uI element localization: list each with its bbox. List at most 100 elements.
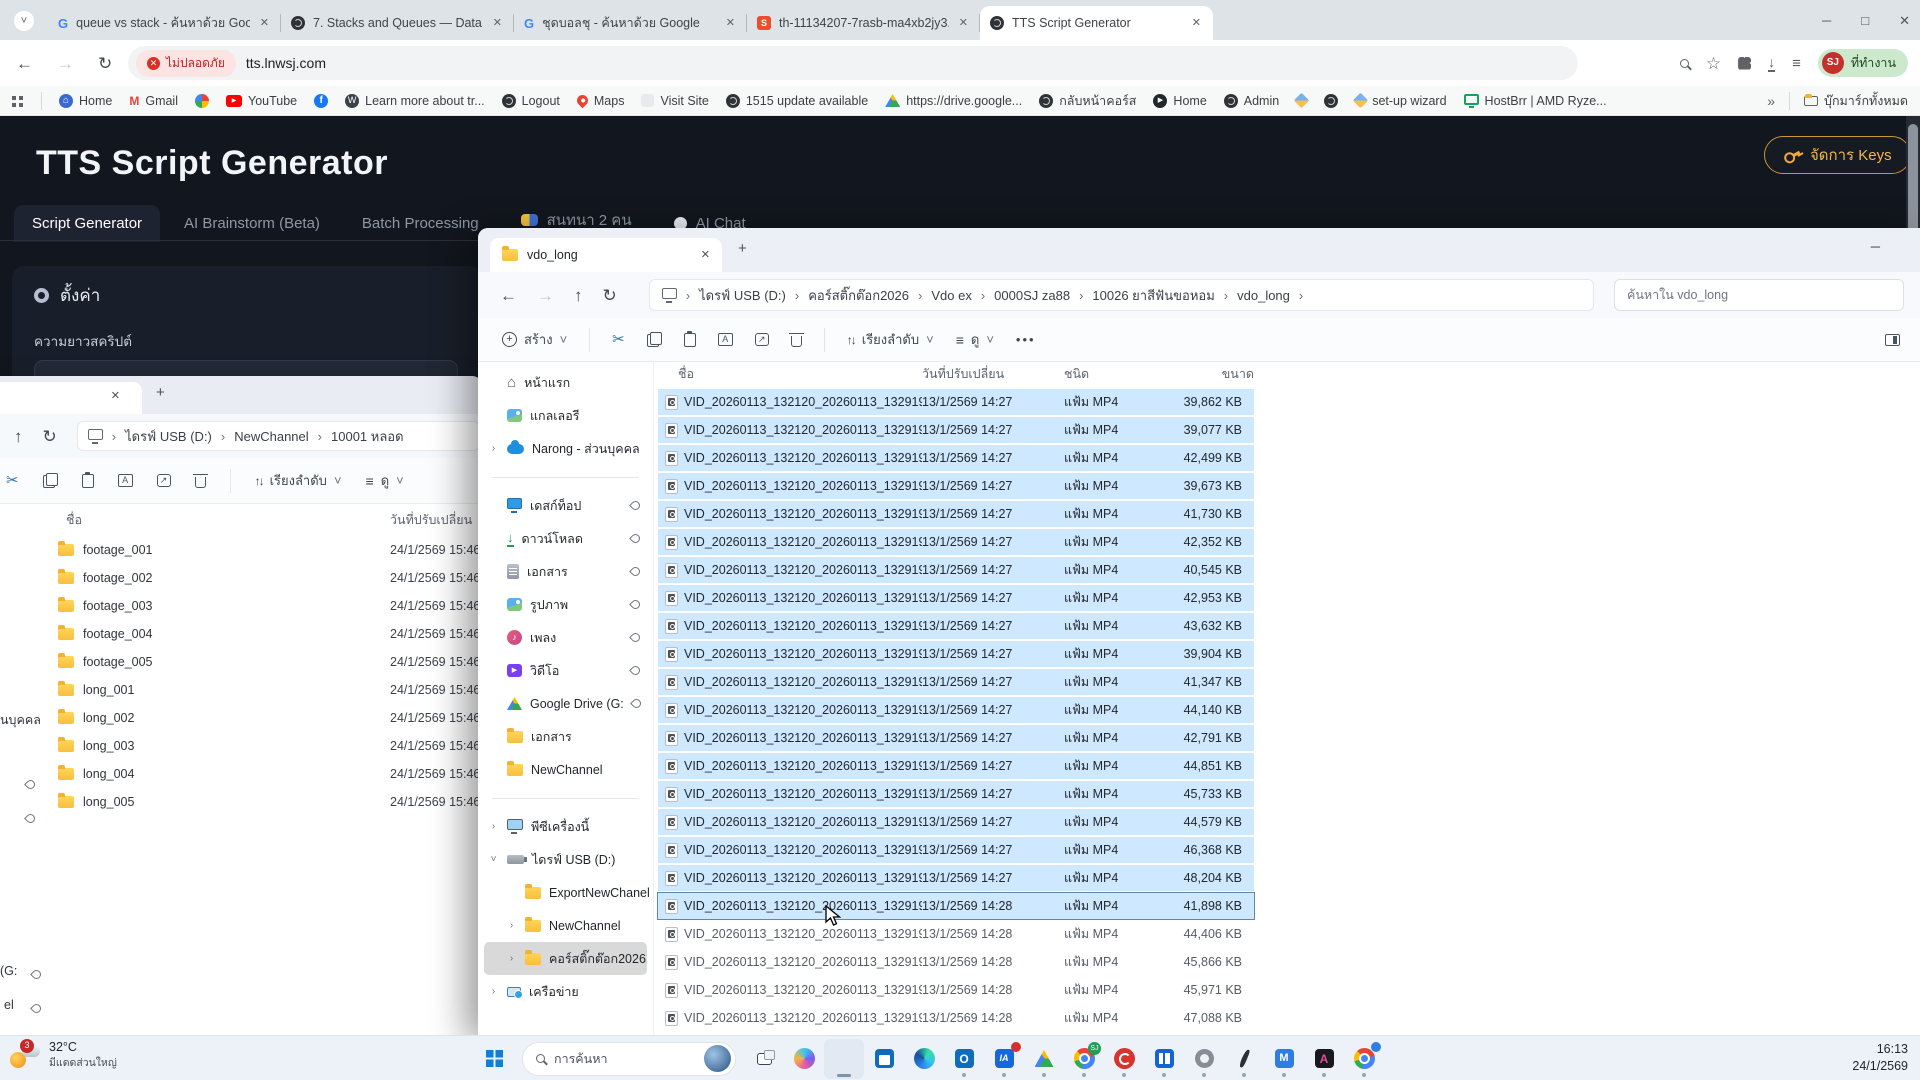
- close-tab-icon[interactable]: ✕: [957, 16, 970, 31]
- table-row[interactable]: VID_20260113_132120_20260113_132919_9...…: [658, 557, 1254, 583]
- table-row[interactable]: VID_20260113_132120_20260113_132919_9...…: [658, 417, 1254, 443]
- table-row[interactable]: VID_20260113_132120_20260113_132919_9...…: [658, 501, 1254, 527]
- view-button[interactable]: ≡ ดู ˅: [366, 470, 404, 491]
- taskbar-chrome-button[interactable]: SJ: [1064, 1039, 1104, 1079]
- column-date[interactable]: วันที่ปรับเปลี่ยน: [922, 364, 1064, 384]
- table-row[interactable]: VID_20260113_132120_20260113_132919_9...…: [658, 529, 1254, 555]
- maximize-icon[interactable]: □: [1861, 14, 1869, 27]
- bookmark-item[interactable]: https://drive.google...: [885, 94, 1022, 108]
- folder-row[interactable]: long_00524/1/2569 15:46: [58, 788, 482, 816]
- taskbar-taskview-button[interactable]: [744, 1039, 784, 1079]
- breadcrumb-segment[interactable]: 0000SJ za88: [994, 288, 1070, 303]
- rename-icon[interactable]: A: [718, 333, 733, 346]
- chev-right-icon[interactable]: ›: [506, 953, 517, 964]
- paste-icon[interactable]: [82, 474, 94, 488]
- breadcrumb-segment[interactable]: NewChannel: [234, 429, 308, 444]
- browser-tab[interactable]: Gqueue vs stack - ค้นหาด้วย Goog✕: [48, 6, 281, 40]
- taskbar-chrome-button[interactable]: [1344, 1039, 1384, 1079]
- extensions-icon[interactable]: [1738, 57, 1751, 70]
- sidebar-item-ไดรฟ์-usb-d-[interactable]: ˅ไดรฟ์ USB (D:): [484, 843, 647, 876]
- refresh-icon[interactable]: ↻: [43, 428, 57, 445]
- sort-button[interactable]: ↑↓ เรียงลำดับ ˅: [847, 329, 934, 350]
- bookmark-star-icon[interactable]: ☆: [1706, 55, 1721, 72]
- front-breadcrumb[interactable]: ›ไดรฟ์ USB (D:)›คอร์สติ๊กต๊อก2026›Vdo ex…: [649, 279, 1594, 311]
- table-row[interactable]: VID_20260113_132120_20260113_132919_9...…: [658, 1005, 1254, 1031]
- table-row[interactable]: VID_20260113_132120_20260113_132919_9...…: [658, 473, 1254, 499]
- bookmarks-overflow-icon[interactable]: »: [1767, 94, 1775, 108]
- zoom-icon[interactable]: [1680, 59, 1689, 68]
- folder-row[interactable]: long_00424/1/2569 15:46: [58, 760, 482, 788]
- share-icon[interactable]: ↗: [755, 333, 769, 346]
- omnibox[interactable]: ✕ ไม่ปลอดภัย tts.lnwsj.com: [128, 46, 1578, 80]
- reading-list-icon[interactable]: ≡: [1792, 56, 1801, 71]
- sidebar-item-รูปภาพ[interactable]: รูปภาพ: [484, 588, 647, 621]
- breadcrumb-segment[interactable]: 10001 หลอด: [331, 426, 404, 447]
- back-tab[interactable]: ✕: [0, 382, 142, 414]
- sidebar-item-newchannel[interactable]: NewChannel: [484, 753, 647, 786]
- rename-icon[interactable]: A: [118, 474, 133, 487]
- all-bookmarks-button[interactable]: บุ๊กมาร์กทั้งหมด: [1804, 91, 1908, 111]
- table-row[interactable]: VID_20260113_132120_20260113_132919_9...…: [658, 809, 1254, 835]
- sidebar-item-ดาวน์โหลด[interactable]: ↓ดาวน์โหลด: [484, 522, 647, 555]
- taskbar-search[interactable]: การค้นหา: [522, 1042, 736, 1076]
- taskbar-gdrive-tb-button[interactable]: [1024, 1039, 1064, 1079]
- view-button[interactable]: ≡ ดู ˅: [956, 329, 994, 350]
- up-icon[interactable]: ↑: [574, 287, 583, 304]
- close-tab-icon[interactable]: ✕: [1190, 16, 1203, 31]
- copy-icon[interactable]: [647, 332, 662, 347]
- bookmark-item[interactable]: Maps: [577, 94, 625, 108]
- sidebar-item-เดสก์ท็อป[interactable]: เดสก์ท็อป: [484, 489, 647, 522]
- sidebar-item-เอกสาร[interactable]: เอกสาร: [484, 555, 647, 588]
- taskbar-settings-gear-button[interactable]: [1184, 1039, 1224, 1079]
- taskbar-store-button[interactable]: [864, 1039, 904, 1079]
- back-icon[interactable]: ←: [16, 55, 33, 72]
- start-button[interactable]: [474, 1039, 514, 1079]
- forward-icon[interactable]: →: [537, 287, 554, 304]
- downloads-icon[interactable]: ↓: [1768, 55, 1775, 72]
- table-row[interactable]: VID_20260113_132120_20260113_132919_9...…: [658, 445, 1254, 471]
- folder-row[interactable]: long_00324/1/2569 15:46: [58, 732, 482, 760]
- bookmark-item[interactable]: Visit Site: [641, 94, 708, 108]
- cut-icon[interactable]: ✂: [6, 473, 19, 488]
- sidebar-item-google-drive-g-[interactable]: Google Drive (G:: [484, 687, 647, 720]
- table-row[interactable]: VID_20260113_132120_20260113_132919_9...…: [658, 893, 1254, 919]
- table-row[interactable]: VID_20260113_132120_20260113_132919_9...…: [658, 781, 1254, 807]
- taskbar-panels-button[interactable]: [1144, 1039, 1184, 1079]
- column-name[interactable]: ชื่อ: [658, 364, 922, 384]
- up-icon[interactable]: ↑: [14, 428, 23, 445]
- table-row[interactable]: VID_20260113_132120_20260113_132919_9...…: [658, 585, 1254, 611]
- chev-right-icon[interactable]: ›: [488, 986, 499, 997]
- chev-right-icon[interactable]: ›: [488, 821, 499, 832]
- folder-row[interactable]: footage_00424/1/2569 15:46: [58, 620, 482, 648]
- table-row[interactable]: VID_20260113_132120_20260113_132919_9...…: [658, 949, 1254, 975]
- close-tab-icon[interactable]: ✕: [111, 391, 120, 402]
- taskbar-writer-ia-button[interactable]: IA: [984, 1039, 1024, 1079]
- more-options-icon[interactable]: •••: [1016, 333, 1036, 346]
- column-type[interactable]: ชนิด: [1064, 364, 1176, 384]
- close-icon[interactable]: ✕: [1899, 14, 1910, 27]
- sidebar-item-exportnewchanel[interactable]: ExportNewChanel: [484, 876, 647, 909]
- browser-tab[interactable]: 7. Stacks and Queues — Data S✕: [281, 6, 514, 40]
- new-tab-icon[interactable]: +: [156, 385, 165, 400]
- folder-row[interactable]: long_00124/1/2569 15:46: [58, 676, 482, 704]
- bookmark-item[interactable]: Logout: [502, 94, 560, 108]
- table-row[interactable]: VID_20260113_132120_20260113_132919_9...…: [658, 389, 1254, 415]
- close-tab-icon[interactable]: ✕: [491, 16, 504, 31]
- bookmark-item[interactable]: HostBrr | AMD Ryze...: [1464, 94, 1607, 108]
- bookmark-item[interactable]: set-up wizard: [1355, 94, 1446, 108]
- profile-chip[interactable]: SJ ที่ทำงาน: [1818, 49, 1908, 77]
- sidebar-item-narong-ส่วนบุคคล[interactable]: ›Narong - ส่วนบุคคล: [484, 432, 647, 465]
- sidebar-item-หน้าแรก[interactable]: ⌂หน้าแรก: [484, 366, 647, 399]
- back-breadcrumb[interactable]: ›ไดรฟ์ USB (D:)›NewChannel›10001 หลอด: [77, 421, 480, 451]
- forward-icon[interactable]: →: [57, 55, 74, 72]
- bookmark-item[interactable]: Admin: [1224, 94, 1279, 108]
- column-name[interactable]: ชื่อ: [66, 510, 82, 530]
- table-row[interactable]: VID_20260113_132120_20260113_132919_9...…: [658, 641, 1254, 667]
- table-row[interactable]: VID_20260113_132120_20260113_132919_9...…: [658, 725, 1254, 751]
- bookmark-item[interactable]: ▶YouTube: [226, 94, 297, 108]
- bookmark-item[interactable]: [1296, 95, 1307, 106]
- bookmark-item[interactable]: กลับหน้าคอร์ส: [1039, 91, 1136, 111]
- refresh-icon[interactable]: ↻: [98, 55, 112, 72]
- tab-search-icon[interactable]: ˅: [14, 11, 34, 31]
- bookmark-item[interactable]: [195, 94, 209, 108]
